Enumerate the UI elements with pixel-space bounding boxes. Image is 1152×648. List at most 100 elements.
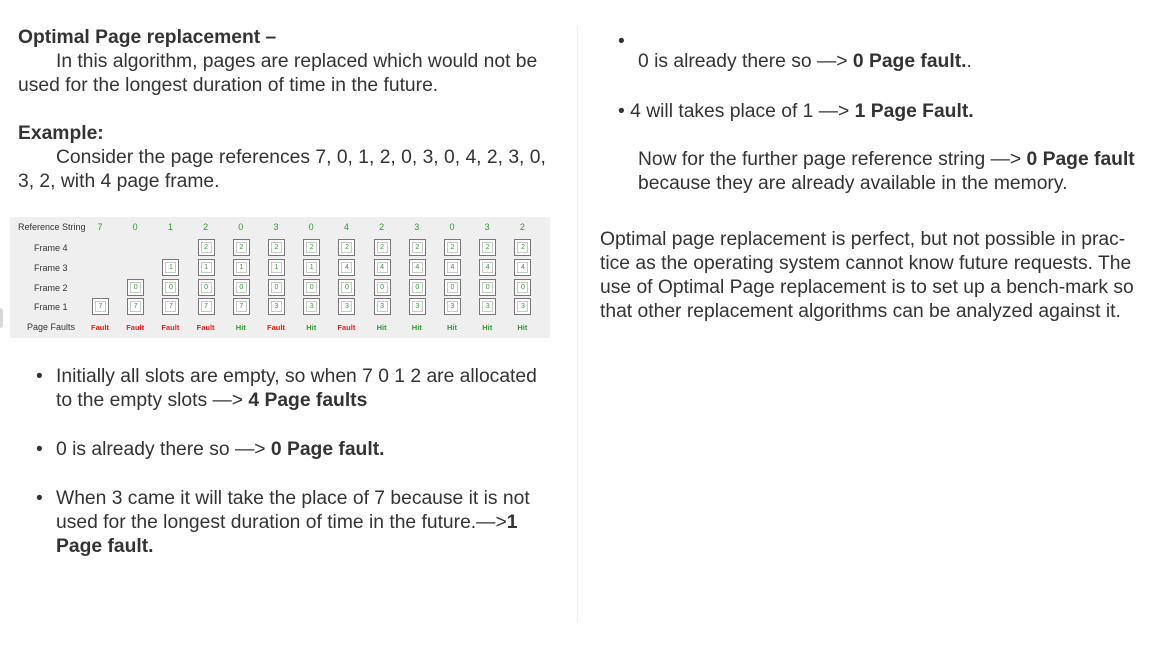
- frame-cell: 0: [303, 279, 321, 296]
- bullet-text: 0 is already there so —>: [56, 439, 271, 460]
- right-bold: 0 Page fault: [1026, 149, 1135, 170]
- frame-cell: 2: [303, 239, 321, 256]
- frame-cell-value: 0: [165, 282, 177, 293]
- frame-cell: 3: [338, 298, 356, 315]
- frame-cell: 1: [162, 259, 180, 276]
- frame-cell-value: 2: [235, 242, 247, 253]
- page-replacement-table: Reference String 7 0 1 2 0 3 0 4 2 3 0 3 2 Frame 4 2 2 2 2…: [10, 217, 550, 338]
- frame-cell: 0: [197, 279, 215, 296]
- frame-cell: 0: [408, 279, 426, 296]
- bullet-dot: •: [36, 366, 43, 387]
- reference-value: 2: [519, 222, 525, 232]
- frame-cell-value: 0: [411, 282, 423, 293]
- bullet-bold: 0 Page fault.: [270, 439, 385, 460]
- frame-cell-value: 3: [306, 301, 318, 312]
- frame-cell-value: 3: [411, 301, 423, 312]
- frame-cell-value: 3: [376, 301, 388, 312]
- frame-cell: 2: [232, 239, 250, 256]
- frame-cell: 3: [514, 298, 532, 315]
- frame-cell: 2: [268, 239, 285, 256]
- frame-cell: 0: [373, 279, 391, 296]
- column-divider: [577, 26, 578, 622]
- frame-cell-value: 4: [376, 262, 388, 273]
- bullet-text: When 3 came it will take the place of 7 …: [56, 488, 530, 533]
- frame-cell: 1: [232, 259, 250, 276]
- frame-cell: 7: [162, 298, 180, 315]
- bullet-zero-present: • 0 is already there so —> 0 Page fault.: [36, 438, 556, 462]
- frame-cell: 0: [232, 279, 250, 296]
- frame-cell: 3: [268, 298, 285, 315]
- page-faults-label: Page Faults: [27, 322, 76, 332]
- frame-cell-value: 2: [341, 242, 353, 253]
- frame-cell-value: 0: [447, 282, 458, 293]
- right-text: 4 will takes place of 1 —>: [630, 101, 855, 122]
- hit-result: Hit: [411, 323, 422, 332]
- frame-cell-value: 0: [482, 282, 494, 293]
- frame-cell: 7: [232, 298, 250, 315]
- frame-cell: 4: [338, 259, 356, 276]
- reference-value: 0: [449, 222, 455, 232]
- conclusion-paragraph: Optimal page replacement is perfect, but…: [600, 229, 1134, 322]
- frame-cell-value: 7: [235, 301, 247, 312]
- frame-cell-value: 1: [200, 262, 212, 273]
- frame-cell: 4: [408, 259, 426, 276]
- frame-cell: 0: [444, 279, 461, 296]
- fault-result: Fault: [337, 323, 356, 332]
- reference-string-label: Reference String: [18, 222, 86, 232]
- frame-cell-value: 1: [306, 262, 318, 273]
- frame-cell-value: 3: [271, 301, 282, 312]
- right-bold: 0 Page fault.: [852, 51, 967, 72]
- left-column: Optimal Page replacement – In this algor…: [18, 26, 563, 194]
- reference-value: 3: [414, 222, 420, 232]
- example-paragraph: Consider the page references 7, 0, 1, 2,…: [18, 147, 546, 192]
- right-zero-present: 0 is already there so —> 0 Page fault..: [600, 50, 1145, 74]
- frame-cell: 4: [479, 259, 497, 276]
- frame-cell-value: 1: [271, 262, 282, 273]
- frame-cell: 2: [408, 239, 426, 256]
- fault-result: Fault: [126, 323, 145, 332]
- frame-cell-value: 1: [165, 262, 177, 273]
- frame-cell-value: 4: [482, 262, 494, 273]
- frame-cell-value: 0: [130, 282, 142, 293]
- reference-value: 4: [343, 222, 349, 232]
- frame-cell: 3: [373, 298, 391, 315]
- frame-cell-value: 0: [306, 282, 318, 293]
- frame-cell: 0: [127, 279, 145, 296]
- hit-result: Hit: [482, 323, 493, 332]
- fault-result: Fault: [196, 323, 215, 332]
- frame-cell-value: 3: [447, 301, 458, 312]
- reference-value: 3: [273, 222, 279, 232]
- frame-cell: 3: [444, 298, 461, 315]
- frame-label: Frame 3: [34, 263, 68, 273]
- frame-cell-value: 0: [235, 282, 247, 293]
- frame-cell-value: 0: [200, 282, 212, 293]
- frame-cell-value: 3: [482, 301, 494, 312]
- frame-cell: 0: [338, 279, 356, 296]
- hit-result: Hit: [235, 323, 246, 332]
- reference-value: 0: [308, 222, 314, 232]
- frame-cell-value: 4: [447, 262, 458, 273]
- frame-cell: 0: [514, 279, 532, 296]
- frame-cell: 2: [514, 239, 532, 256]
- intro-paragraph: In this algorithm, pages are replaced wh…: [18, 51, 538, 96]
- frame-cell-value: 0: [341, 282, 353, 293]
- frame-cell-value: 3: [341, 301, 353, 312]
- frame-cell: 0: [268, 279, 285, 296]
- reference-value: 7: [97, 222, 103, 232]
- frame-cell: 3: [408, 298, 426, 315]
- bullet-dot: •: [36, 488, 43, 509]
- frame-cell: 4: [514, 259, 532, 276]
- right-text: Now for the further page reference strin…: [638, 149, 1027, 170]
- frame-cell: 4: [444, 259, 461, 276]
- right-column: • 0 is already there so —> 0 Page fault.…: [600, 26, 1145, 324]
- section-title: Optimal Page replacement –: [18, 27, 277, 48]
- reference-value: 0: [132, 222, 138, 232]
- hit-result: Hit: [376, 323, 387, 332]
- right-bullet-empty: •: [600, 26, 1145, 52]
- frame-cell-value: 2: [306, 242, 318, 253]
- frame-cell-value: 0: [376, 282, 388, 293]
- frame-cell: 7: [127, 298, 145, 315]
- right-four-replaces: • 4 will takes place of 1 —> 1 Page Faul…: [600, 100, 1145, 124]
- reference-value: 0: [238, 222, 244, 232]
- fault-result: Fault: [267, 323, 285, 332]
